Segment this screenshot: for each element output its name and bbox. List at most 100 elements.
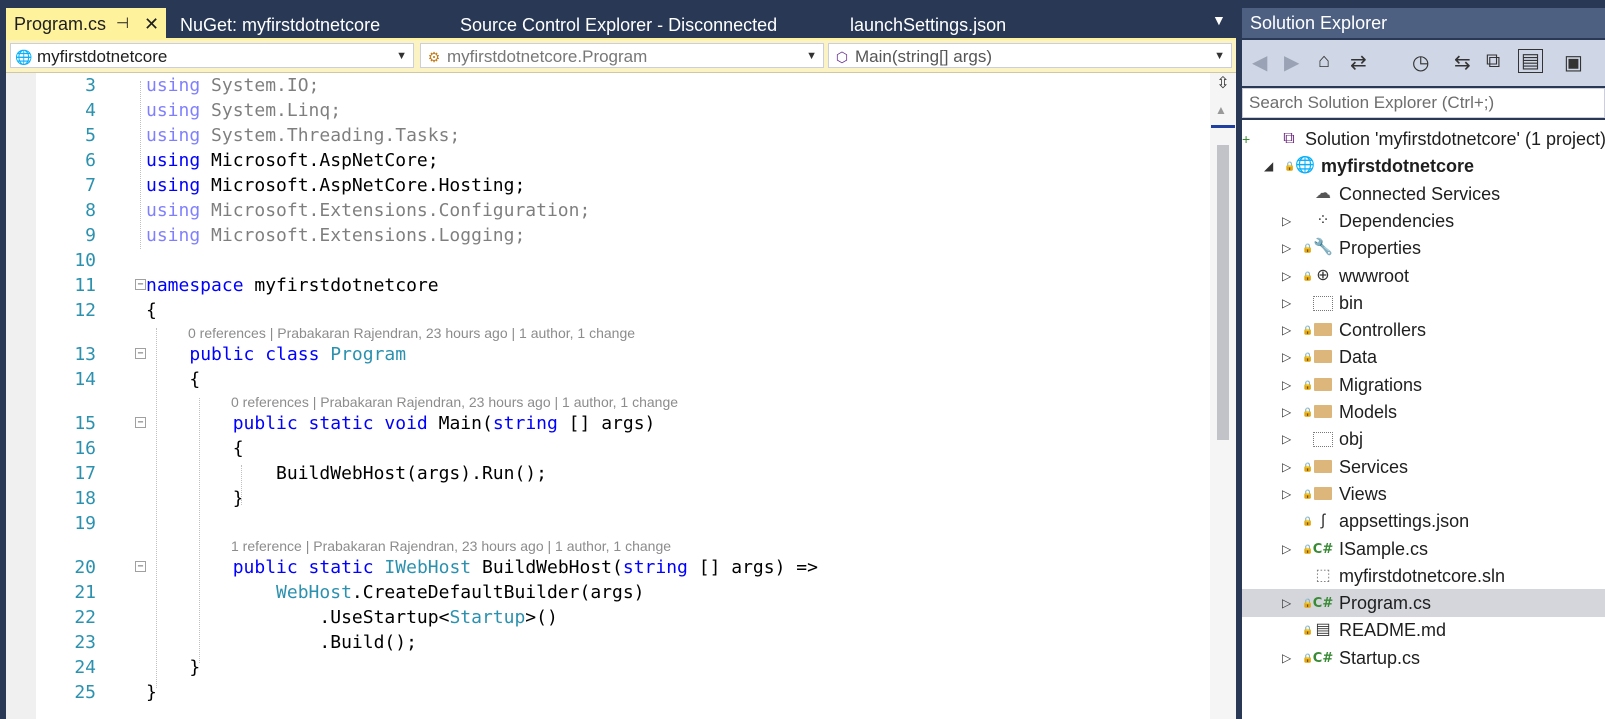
- tree-item[interactable]: ▷ obj: [1242, 425, 1605, 453]
- tree-item[interactable]: ☁ Connected Services: [1242, 180, 1605, 208]
- code-line[interactable]: 9 using Microsoft.Extensions.Logging;: [36, 223, 1208, 248]
- code-line[interactable]: 3 using System.IO;: [36, 73, 1208, 98]
- code-line[interactable]: 13 − public class Program: [36, 342, 1208, 367]
- tree-item[interactable]: + ⧉ Solution 'myfirstdotnetcore' (1 projec…: [1242, 125, 1605, 153]
- properties-icon[interactable]: ▣: [1564, 50, 1583, 75]
- expand-arrow-icon[interactable]: ▷: [1282, 644, 1291, 672]
- expand-arrow-icon[interactable]: ▷: [1282, 535, 1291, 563]
- code-line[interactable]: 22 .UseStartup<Startup>(): [36, 605, 1208, 630]
- code-line[interactable]: 12 {: [36, 298, 1208, 323]
- tree-item[interactable]: ▷ 🔒 Views: [1242, 480, 1605, 508]
- codelens-info[interactable]: 1 reference | Prabakaran Rajendran, 23 h…: [231, 538, 671, 554]
- vertical-scrollbar[interactable]: ⇳ ▲: [1210, 73, 1236, 719]
- collapse-icon[interactable]: −: [135, 279, 146, 290]
- expand-arrow-icon[interactable]: ▷: [1282, 371, 1291, 399]
- code-line[interactable]: 17 BuildWebHost(args).Run();: [36, 461, 1208, 486]
- split-window-icon[interactable]: ⇳: [1213, 75, 1233, 93]
- code-line[interactable]: 24 }: [36, 655, 1208, 680]
- tree-item[interactable]: ◢ 🔒 🌐 myfirstdotnetcore: [1242, 152, 1605, 180]
- indent-guide: [199, 398, 200, 663]
- show-all-files-icon[interactable]: ▤: [1518, 49, 1543, 73]
- collapse-icon[interactable]: −: [135, 348, 146, 359]
- code-line[interactable]: 19: [36, 511, 1208, 536]
- codelens-info[interactable]: 0 references | Prabakaran Rajendran, 23 …: [188, 325, 635, 341]
- code-line[interactable]: 5 using System.Threading.Tasks;: [36, 123, 1208, 148]
- tab-source-control-explorer[interactable]: Source Control Explorer - Disconnected: [460, 10, 777, 40]
- expand-arrow-icon[interactable]: ▷: [1282, 316, 1291, 344]
- search-solution-explorer-input[interactable]: Search Solution Explorer (Ctrl+;): [1242, 88, 1605, 118]
- code-area[interactable]: 3 using System.IO; 4 using System.Linq; 5 usi…: [6, 73, 1236, 719]
- expand-arrow-icon[interactable]: ▷: [1282, 453, 1291, 481]
- tree-item[interactable]: ▷ 🔒 C# Startup.cs: [1242, 644, 1605, 672]
- scroll-up-icon[interactable]: ▲: [1215, 103, 1227, 117]
- member-dropdown[interactable]: ⬡ Main(string[] args) ▼: [828, 43, 1232, 68]
- switch-views-icon[interactable]: ⇄: [1350, 50, 1367, 75]
- collapse-icon[interactable]: −: [135, 561, 146, 572]
- tab-overflow-icon[interactable]: ▼: [1212, 12, 1226, 28]
- expand-arrow-icon[interactable]: ▷: [1282, 589, 1291, 617]
- tree-item[interactable]: ▷ 🔒 ⊕ wwwroot: [1242, 262, 1605, 290]
- project-dropdown[interactable]: 🌐 myfirstdotnetcore ▼: [10, 43, 414, 68]
- expand-arrow-icon[interactable]: ▷: [1282, 425, 1291, 453]
- tab-nuget[interactable]: NuGet: myfirstdotnetcore: [180, 10, 380, 40]
- back-icon[interactable]: ◀: [1252, 50, 1267, 75]
- keyword-token: string: [492, 413, 558, 434]
- expanded-arrow-icon[interactable]: ◢: [1264, 152, 1273, 180]
- code-line[interactable]: 20 − public static IWebHost BuildWebHost(…: [36, 555, 1208, 580]
- collapse-icon[interactable]: −: [135, 417, 146, 428]
- type-dropdown[interactable]: ⚙ myfirstdotnetcore.Program ▼: [420, 43, 824, 68]
- editor-margin: [6, 73, 36, 719]
- tree-item[interactable]: ▷ 🔒 Data: [1242, 343, 1605, 371]
- tab-program-cs[interactable]: Program.cs ⊣ ✕: [6, 8, 166, 40]
- code-line[interactable]: 11 − namespace myfirstdotnetcore: [36, 273, 1208, 298]
- tree-item[interactable]: ▷ ⁘ Dependencies: [1242, 207, 1605, 235]
- scrollbar-thumb[interactable]: [1217, 145, 1229, 440]
- expand-arrow-icon[interactable]: ▷: [1282, 480, 1291, 508]
- code-line[interactable]: 18 }: [36, 486, 1208, 511]
- expand-arrow-icon[interactable]: ▷: [1282, 262, 1291, 290]
- tab-launch-settings[interactable]: launchSettings.json: [850, 10, 1006, 40]
- solution-explorer-title: Solution Explorer: [1242, 8, 1605, 38]
- tree-item[interactable]: 🔒 ʃ appsettings.json: [1242, 507, 1605, 535]
- code-line[interactable]: 7 using Microsoft.AspNetCore.Hosting;: [36, 173, 1208, 198]
- code-line[interactable]: 4 using System.Linq;: [36, 98, 1208, 123]
- code-line[interactable]: 10: [36, 248, 1208, 273]
- code-line[interactable]: 25}: [36, 680, 1208, 705]
- method-icon: ⬡: [835, 49, 849, 65]
- tree-item[interactable]: ▷ 🔒 C# ISample.cs: [1242, 535, 1605, 563]
- pin-icon[interactable]: ⊣: [116, 8, 129, 40]
- code-line[interactable]: 21 WebHost.CreateDefaultBuilder(args): [36, 580, 1208, 605]
- sync-icon[interactable]: ⇆: [1454, 50, 1471, 75]
- expand-arrow-icon[interactable]: ▷: [1282, 234, 1291, 262]
- expand-arrow-icon[interactable]: ▷: [1282, 289, 1291, 317]
- forward-icon[interactable]: ▶: [1284, 50, 1299, 75]
- code-text[interactable]: 3 using System.IO; 4 using System.Linq; 5 usi…: [36, 73, 1208, 719]
- tree-item[interactable]: ▷ 🔒 C# Program.cs: [1242, 589, 1605, 618]
- code-line[interactable]: 15 − public static void Main(string [] ar…: [36, 411, 1208, 436]
- tree-item[interactable]: ▷ 🔒 Controllers: [1242, 316, 1605, 344]
- expand-arrow-icon[interactable]: ▷: [1282, 398, 1291, 426]
- tree-item[interactable]: ▷ bin: [1242, 289, 1605, 317]
- code-line[interactable]: 8 using Microsoft.Extensions.Configuratio…: [36, 198, 1208, 223]
- home-icon[interactable]: ⌂: [1318, 50, 1330, 73]
- tree-item[interactable]: ⬚ myfirstdotnetcore.sln: [1242, 562, 1605, 590]
- tree-item[interactable]: 🔒 ▤ README.md: [1242, 616, 1605, 644]
- tree-item[interactable]: ▷ 🔒 Models: [1242, 398, 1605, 426]
- expand-arrow-icon[interactable]: ▷: [1282, 343, 1291, 371]
- codelens-info[interactable]: 0 references | Prabakaran Rajendran, 23 …: [231, 394, 678, 410]
- tree-item[interactable]: ▷ 🔒 Services: [1242, 453, 1605, 481]
- document-tab-bar: Program.cs ⊣ ✕ NuGet: myfirstdotnetcore …: [0, 8, 1236, 40]
- expand-arrow-icon[interactable]: ▷: [1282, 207, 1291, 235]
- code-line[interactable]: 16 {: [36, 436, 1208, 461]
- tree-item[interactable]: ▷ 🔒 🔧 Properties: [1242, 234, 1605, 262]
- code-line[interactable]: 14 {: [36, 367, 1208, 392]
- code-line[interactable]: 6 using Microsoft.AspNetCore;: [36, 148, 1208, 173]
- collapse-all-icon[interactable]: ⧉: [1486, 50, 1500, 73]
- code-token: System.Linq;: [200, 100, 342, 121]
- close-icon[interactable]: ✕: [144, 8, 159, 40]
- folder-icon: [1312, 316, 1334, 346]
- code-line[interactable]: 23 .Build();: [36, 630, 1208, 655]
- tree-item[interactable]: ▷ 🔒 Migrations: [1242, 371, 1605, 399]
- pending-changes-filter-icon[interactable]: ◷: [1412, 50, 1429, 75]
